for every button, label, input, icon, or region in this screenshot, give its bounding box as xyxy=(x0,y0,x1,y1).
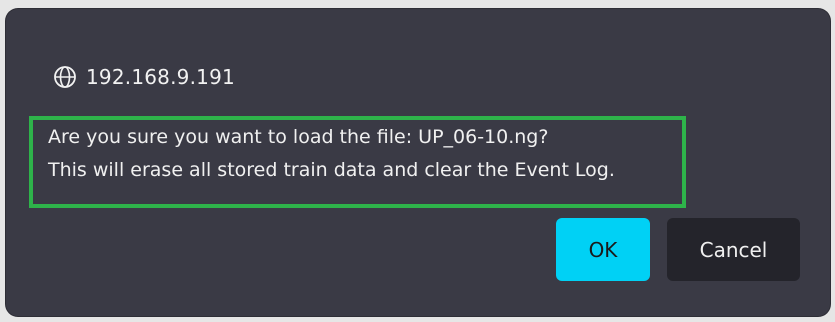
message-line-1: Are you sure you want to load the file: … xyxy=(48,126,549,148)
ok-button[interactable]: OK xyxy=(556,218,650,281)
message-line-2: This will erase all stored train data an… xyxy=(48,159,615,181)
dialog-message: Are you sure you want to load the file: … xyxy=(48,121,615,187)
globe-icon xyxy=(54,66,76,88)
cancel-button[interactable]: Cancel xyxy=(667,218,800,281)
origin-text: 192.168.9.191 xyxy=(86,65,235,89)
dialog-origin: 192.168.9.191 xyxy=(53,62,235,92)
